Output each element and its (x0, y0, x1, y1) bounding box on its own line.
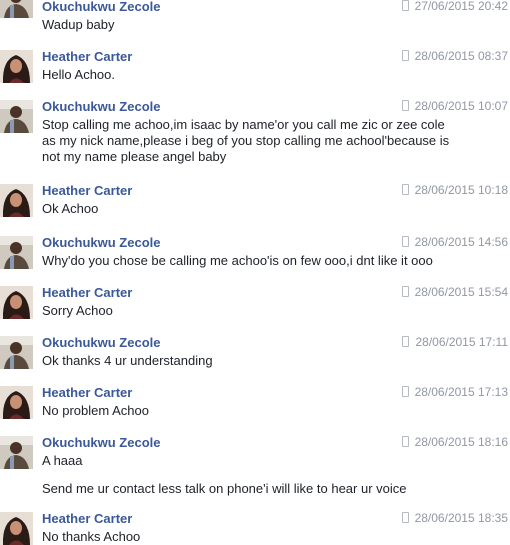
message-text: No problem Achoo (42, 403, 482, 419)
avatar[interactable] (0, 336, 33, 369)
message-text: Hello Achoo. (42, 67, 482, 83)
timestamp: 28/06/2015 10:07 (401, 99, 508, 113)
man-avatar-icon (0, 0, 33, 18)
avatar[interactable] (0, 436, 33, 469)
message-line: No thanks Achoo (42, 529, 141, 544)
message-text: Why'do you chose be calling me achoo'is … (42, 253, 482, 269)
avatar[interactable] (0, 236, 33, 269)
sender-name[interactable]: Heather Carter (42, 385, 132, 400)
timestamp: 28/06/2015 10:18 (401, 183, 508, 197)
message-text: A haaa (42, 453, 482, 469)
phone-icon (401, 436, 409, 447)
sender-name[interactable]: Heather Carter (42, 183, 132, 198)
phone-icon (401, 386, 409, 397)
sender-name[interactable]: Okuchukwu Zecole (42, 0, 160, 14)
timestamp: 27/06/2015 20:42 (401, 0, 508, 13)
man-avatar-icon (0, 236, 33, 269)
woman-avatar-icon (0, 512, 33, 545)
phone-icon (401, 512, 409, 523)
timestamp-text: 28/06/2015 10:18 (414, 183, 508, 197)
message-text: Ok thanks 4 ur understanding (42, 353, 482, 369)
sender-name[interactable]: Heather Carter (42, 285, 132, 300)
timestamp-text: 27/06/2015 20:42 (414, 0, 508, 13)
timestamp: 28/06/2015 08:37 (401, 49, 508, 63)
timestamp-text: 28/06/2015 18:16 (414, 435, 508, 449)
phone-icon (401, 100, 409, 111)
phone-icon (401, 50, 409, 61)
timestamp: 28/06/2015 18:35 (401, 511, 508, 525)
avatar[interactable] (0, 386, 33, 419)
timestamp-text: 28/06/2015 18:35 (414, 511, 508, 525)
timestamp-text: 28/06/2015 17:11 (415, 335, 508, 349)
timestamp-text: 28/06/2015 17:13 (414, 385, 508, 399)
man-avatar-icon (0, 336, 33, 369)
message-text: Send me ur contact less talk on phone'i … (42, 481, 407, 496)
message-line: Ok thanks 4 ur understanding (42, 353, 213, 368)
man-avatar-icon (0, 100, 33, 133)
avatar[interactable] (0, 512, 33, 545)
timestamp: 28/06/2015 15:54 (401, 285, 508, 299)
phone-icon (401, 236, 409, 247)
phone-icon (401, 0, 409, 11)
phone-icon (402, 336, 410, 347)
sender-name[interactable]: Heather Carter (42, 49, 132, 64)
message-line: as my nick name,please i beg of you stop… (42, 133, 450, 148)
message-text: Ok Achoo (42, 201, 482, 217)
message-line: No problem Achoo (42, 403, 149, 418)
message-text: Sorry Achoo (42, 303, 482, 319)
avatar[interactable] (0, 100, 33, 133)
timestamp-text: 28/06/2015 14:56 (414, 235, 508, 249)
avatar[interactable] (0, 50, 33, 83)
phone-icon (401, 286, 409, 297)
timestamp: 28/06/2015 17:11 (402, 335, 508, 349)
woman-avatar-icon (0, 286, 33, 319)
woman-avatar-icon (0, 50, 33, 83)
message-line: not my name please angel baby (42, 149, 227, 164)
sender-name[interactable]: Okuchukwu Zecole (42, 335, 160, 350)
timestamp: 28/06/2015 18:16 (401, 435, 508, 449)
avatar[interactable] (0, 184, 33, 217)
timestamp-text: 28/06/2015 15:54 (414, 285, 508, 299)
message-line: Hello Achoo. (42, 67, 115, 82)
sender-name[interactable]: Okuchukwu Zecole (42, 235, 160, 250)
phone-icon (401, 184, 409, 195)
avatar[interactable] (0, 286, 33, 319)
message-line: Wadup baby (42, 17, 115, 32)
avatar[interactable] (0, 0, 33, 18)
message-line: Ok Achoo (42, 201, 99, 216)
message-line: A haaa (42, 453, 83, 468)
message-text: Stop calling me achoo,im isaac by name'o… (42, 117, 482, 165)
sender-name[interactable]: Heather Carter (42, 511, 132, 526)
message-line: Why'do you chose be calling me achoo'is … (42, 253, 433, 268)
timestamp: 28/06/2015 14:56 (401, 235, 508, 249)
message-text: No thanks Achoo (42, 529, 482, 545)
sender-name[interactable]: Okuchukwu Zecole (42, 435, 160, 450)
man-avatar-icon (0, 436, 33, 469)
woman-avatar-icon (0, 386, 33, 419)
message-line: Sorry Achoo (42, 303, 113, 318)
message-line: Stop calling me achoo,im isaac by name'o… (42, 117, 445, 132)
message-text: Wadup baby (42, 17, 482, 33)
woman-avatar-icon (0, 184, 33, 217)
timestamp-text: 28/06/2015 08:37 (414, 49, 508, 63)
timestamp-text: 28/06/2015 10:07 (414, 99, 508, 113)
sender-name[interactable]: Okuchukwu Zecole (42, 99, 160, 114)
timestamp: 28/06/2015 17:13 (401, 385, 508, 399)
